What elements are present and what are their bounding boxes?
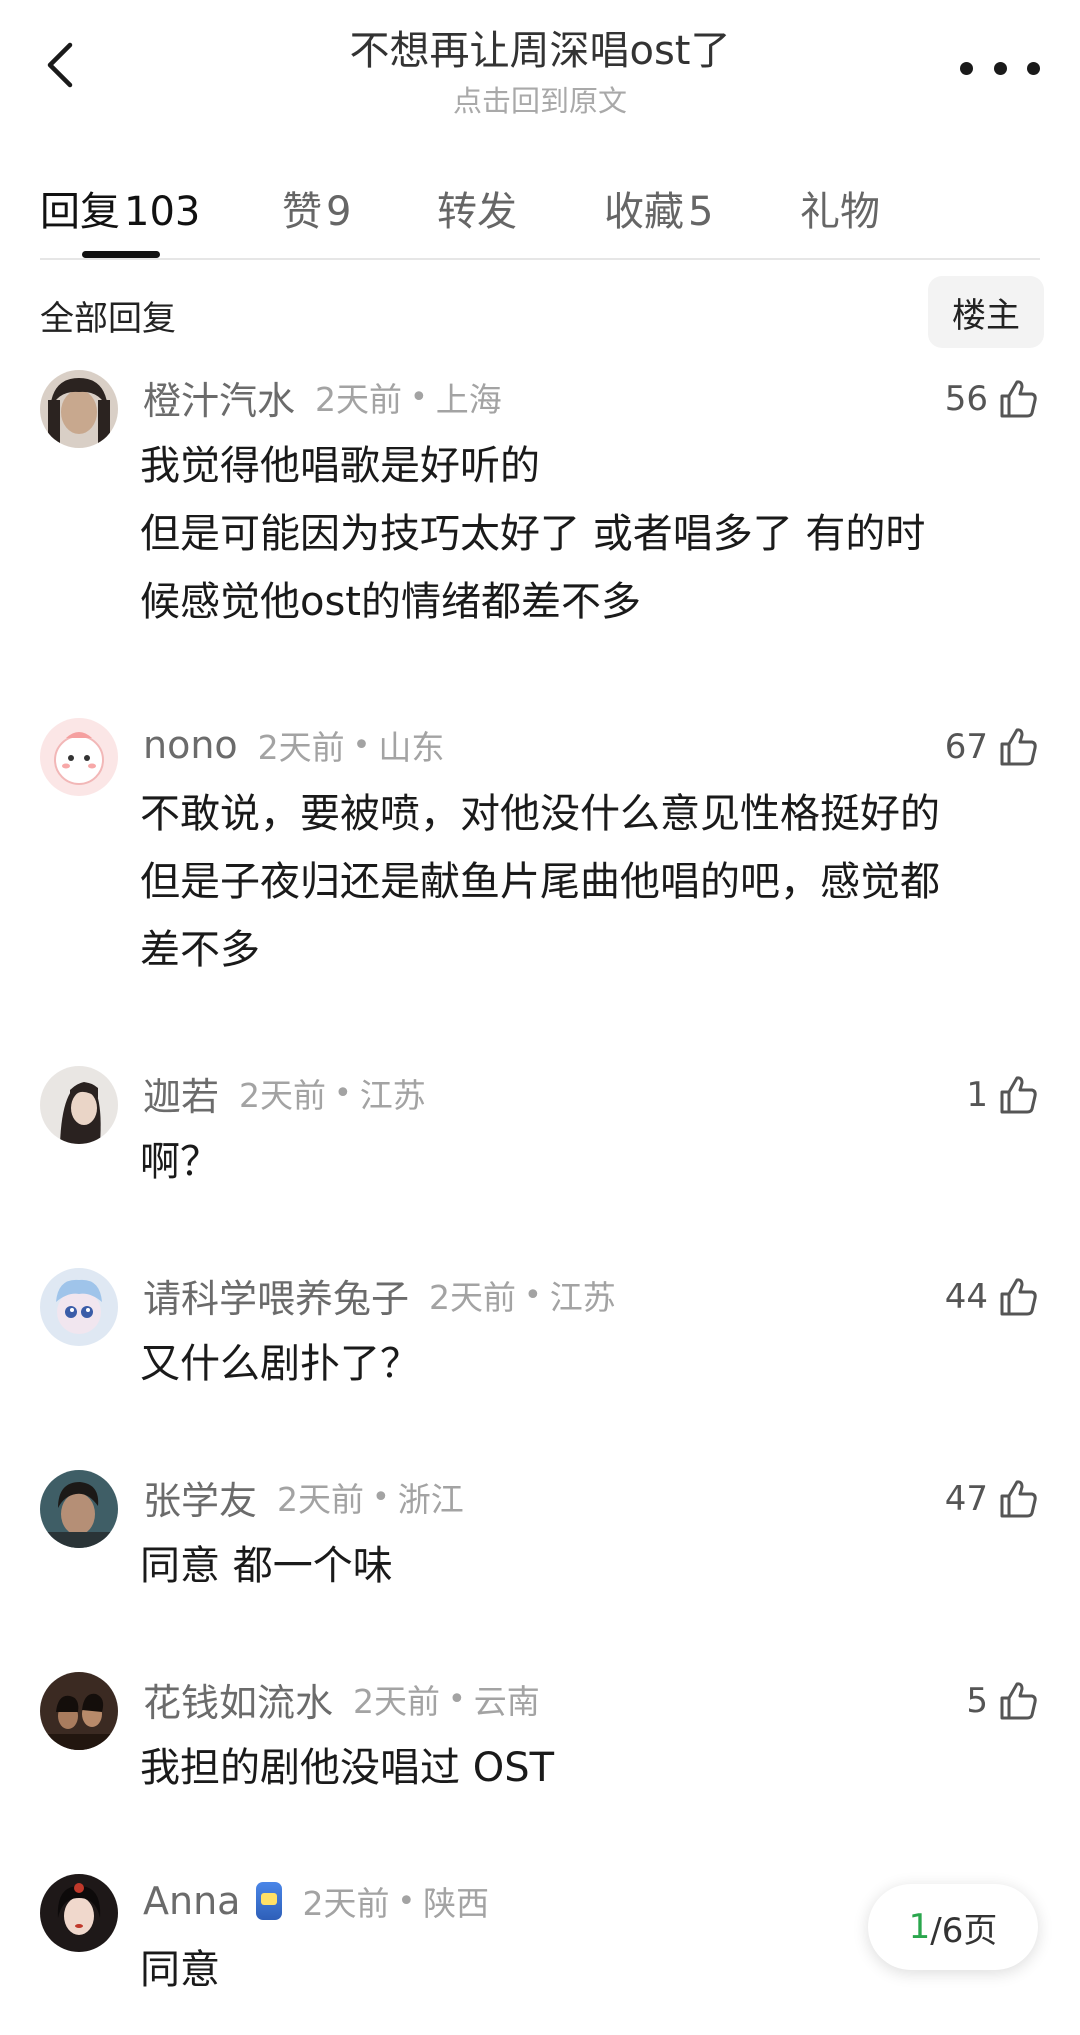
like-button[interactable]: 44 — [945, 1272, 1040, 1322]
like-button[interactable]: 47 — [945, 1474, 1040, 1524]
comment-time: 2天前 — [353, 1682, 441, 1721]
comment-time: 2天前 — [239, 1076, 327, 1115]
author-only-filter-button[interactable]: 楼主 — [928, 276, 1044, 348]
comment-location: 浙江 — [397, 1480, 464, 1519]
username[interactable]: 迦若 — [143, 1066, 219, 1121]
comment-meta: 花钱如流水 2天前 • 云南 — [143, 1672, 540, 1726]
separator-dot: • — [524, 1277, 542, 1313]
comment-time: 2天前 — [429, 1278, 517, 1317]
tab-count: 9 — [326, 189, 352, 235]
username[interactable]: 张学友 — [143, 1470, 257, 1525]
thumbs-up-icon — [1000, 1480, 1037, 1518]
comment-time: 2天前 — [277, 1480, 365, 1519]
tab-label: 收藏 — [604, 189, 684, 235]
avatar[interactable] — [40, 1470, 118, 1548]
comment-text: 又什么剧扑了？ — [140, 1341, 420, 1387]
separator-dot: • — [334, 1075, 352, 1111]
tab-label: 回复 — [40, 189, 120, 235]
thumbs-up-icon — [1000, 1278, 1037, 1316]
comment-text: 我担的剧他没唱过 OST — [140, 1745, 555, 1791]
avatar[interactable] — [40, 1672, 118, 1750]
tab-gifts[interactable]: 礼物 — [800, 179, 880, 237]
comment-meta: Anna 2天前 • 陕西 — [143, 1874, 489, 1928]
comment-meta: nono 2天前 • 山东 — [143, 718, 444, 772]
like-button[interactable]: 67 — [945, 722, 1040, 772]
more-horizontal-icon — [993, 61, 1007, 75]
like-count: 47 — [944, 1479, 988, 1519]
like-button[interactable]: 56 — [945, 374, 1040, 424]
comment-location: 江苏 — [549, 1278, 616, 1317]
separator-dot: • — [352, 727, 371, 763]
divider — [40, 258, 1040, 260]
separator-dot: • — [410, 379, 428, 415]
avatar[interactable] — [40, 718, 118, 796]
thumbs-up-icon — [1000, 728, 1037, 766]
page-indicator-button[interactable]: 1/6页 — [868, 1884, 1038, 1970]
comment-meta: 请科学喂养兔子 2天前 • 江苏 — [143, 1268, 616, 1322]
username[interactable]: 花钱如流水 — [143, 1672, 333, 1727]
avatar[interactable] — [40, 1066, 118, 1144]
tab-likes[interactable]: 赞9 — [282, 179, 351, 237]
current-page: 1 — [908, 1907, 931, 1947]
username[interactable]: Anna — [143, 1879, 240, 1923]
username[interactable]: 橙汁汽水 — [143, 370, 295, 425]
comment-location: 江苏 — [359, 1076, 426, 1115]
tab-favorites[interactable]: 收藏 5 — [604, 179, 713, 237]
like-count: 5 — [966, 1681, 988, 1721]
like-count: 67 — [944, 727, 988, 767]
comment-location: 云南 — [473, 1682, 540, 1721]
comment-text: 同意 都一个味 — [140, 1543, 393, 1589]
like-count: 1 — [966, 1075, 988, 1115]
like-count: 44 — [944, 1277, 988, 1317]
comment-time: 2天前 — [257, 728, 345, 767]
avatar[interactable] — [40, 1268, 118, 1346]
tab-reposts[interactable]: 转发 — [437, 179, 517, 237]
comment-location: 陕西 — [423, 1884, 490, 1923]
more-horizontal-icon — [1027, 61, 1040, 75]
like-button[interactable]: 1 — [966, 1070, 1040, 1120]
username[interactable]: 请科学喂养兔子 — [143, 1268, 409, 1323]
like-button[interactable]: 5 — [966, 1676, 1040, 1726]
tab-active-indicator — [82, 251, 160, 258]
tab-replies[interactable]: 回复 103 — [40, 179, 200, 237]
more-button[interactable] — [960, 48, 1040, 88]
tab-label: 礼物 — [800, 189, 880, 235]
top-bar: 不想再让周深唱ost了 点击回到原文 — [0, 0, 1080, 130]
tab-count: 5 — [688, 189, 714, 235]
thumbs-up-icon — [1000, 1076, 1037, 1114]
comment-text: 我觉得他唱歌是好听的 但是可能因为技巧太好了 或者唱多了 有的时 候感觉他ost… — [140, 443, 926, 625]
thumbs-up-icon — [1000, 380, 1037, 418]
section-title: 全部回复 — [40, 299, 176, 339]
comment-meta: 张学友 2天前 • 浙江 — [143, 1470, 464, 1524]
separator-dot: • — [448, 1681, 466, 1717]
avatar[interactable] — [40, 370, 118, 448]
comment-time: 2天前 — [302, 1884, 390, 1923]
comment-text: 不敢说，要被喷，对他没什么意见性格挺好的 但是子夜归还是献鱼片尾曲他唱的吧，感觉… — [140, 791, 940, 973]
tab-label: 转发 — [437, 189, 517, 235]
tab-label: 赞 — [282, 189, 322, 235]
separator-dot: • — [397, 1883, 416, 1919]
tab-bar: 回复 103 赞9 转发 收藏 5 礼物 — [0, 165, 1080, 260]
total-pages: /6页 — [930, 1910, 998, 1951]
comment-location: 上海 — [435, 380, 502, 419]
like-count: 56 — [944, 379, 988, 419]
comment-time: 2天前 — [315, 380, 403, 419]
comment-location: 山东 — [378, 728, 445, 767]
comment-meta: 橙汁汽水 2天前 • 上海 — [143, 370, 502, 424]
username[interactable]: nono — [143, 723, 238, 767]
post-title[interactable]: 不想再让周深唱ost了 — [0, 18, 1080, 76]
comment-meta: 迦若 2天前 • 江苏 — [143, 1066, 426, 1120]
separator-dot: • — [372, 1479, 390, 1515]
badge-icon — [256, 1882, 283, 1920]
avatar[interactable] — [40, 1874, 118, 1952]
more-horizontal-icon — [960, 61, 973, 75]
back-to-post-link[interactable]: 点击回到原文 — [0, 78, 1080, 120]
tab-count: 103 — [124, 189, 201, 235]
comment-text: 啊？ — [140, 1139, 220, 1185]
thumbs-up-icon — [1000, 1682, 1037, 1720]
